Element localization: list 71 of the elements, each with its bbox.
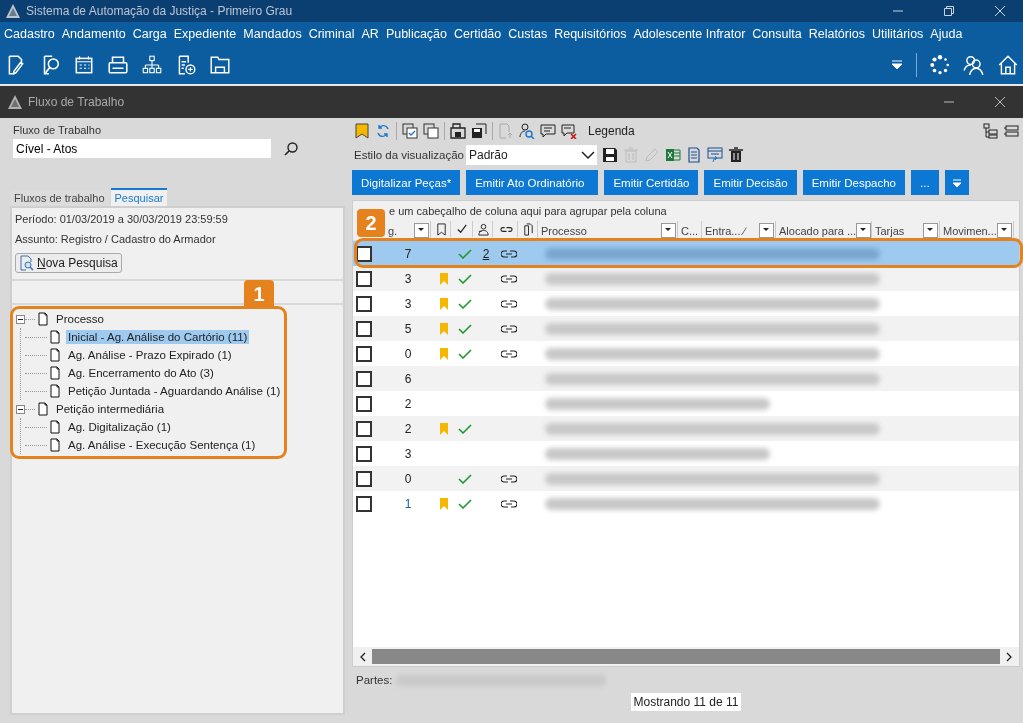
column-header[interactable]: Movimen... bbox=[943, 224, 997, 237]
column-header[interactable]: Processo bbox=[541, 224, 587, 237]
menu-item[interactable]: Andamento bbox=[61, 27, 131, 41]
table-cell: 3 bbox=[404, 446, 412, 461]
table-cell: 3 bbox=[404, 271, 412, 286]
field-label: Fluxo de Trabalho bbox=[13, 124, 103, 136]
table-cell: 5 bbox=[404, 321, 412, 336]
menu-item[interactable]: Utilitários bbox=[871, 27, 929, 41]
view-style-label: Estilo da visualização bbox=[354, 149, 464, 161]
action-button[interactable]: Emitir Ato Ordinatório bbox=[466, 170, 599, 195]
tree-item[interactable]: Petição intermediária bbox=[54, 402, 167, 416]
tree-item[interactable]: Petição Juntada - Aguardando Análise (1) bbox=[66, 384, 283, 398]
menu-item[interactable]: Mandados bbox=[243, 27, 307, 41]
column-header[interactable]: C... bbox=[681, 224, 699, 237]
table-cell: 0 bbox=[404, 471, 412, 486]
filter-text: Assunto: Registro / Cadastro do Armador bbox=[15, 233, 217, 245]
menu-item[interactable]: Criminal bbox=[308, 27, 360, 41]
action-button[interactable]: Emitir Certidão bbox=[604, 170, 699, 195]
legend-link[interactable]: Legenda bbox=[588, 124, 635, 138]
view-style-dropdown[interactable]: Padrão bbox=[465, 145, 597, 165]
table-cell: 7 bbox=[404, 246, 412, 261]
workflow-field[interactable]: Cível - Atos bbox=[13, 139, 271, 158]
table-row[interactable]: 2 bbox=[353, 416, 1019, 441]
menu-item[interactable]: Relatórios bbox=[808, 27, 870, 41]
table-cell: 1 bbox=[404, 496, 412, 511]
menu-item[interactable]: Ajuda bbox=[930, 27, 968, 41]
table-cell: 2 bbox=[404, 421, 412, 436]
menu-item[interactable]: Certidão bbox=[454, 27, 507, 41]
table-cell: 3 bbox=[404, 296, 412, 311]
menu-item[interactable]: Custas bbox=[508, 27, 553, 41]
column-header[interactable]: Tarjas bbox=[875, 224, 905, 237]
action-button[interactable]: ... bbox=[911, 170, 939, 195]
callout-badge: 2 bbox=[357, 209, 385, 237]
table-cell: 0 bbox=[404, 346, 412, 361]
new-search-button[interactable]: Nova Pesquisa bbox=[15, 253, 122, 273]
table-row[interactable]: 7 2 bbox=[353, 241, 1019, 266]
menu-item[interactable]: AR bbox=[361, 27, 384, 41]
menu-item[interactable]: Carga bbox=[132, 27, 172, 41]
filter-text: Período: 01/03/2019 a 30/03/2019 23:59:59 bbox=[15, 213, 229, 225]
tree-item[interactable]: Ag. Digitalização (1) bbox=[66, 420, 173, 434]
menu-item[interactable]: Adolescente Infrator bbox=[633, 27, 751, 41]
table-row[interactable]: 5 bbox=[353, 316, 1019, 341]
column-header[interactable]: g. bbox=[388, 224, 398, 237]
window-title: Fluxo de Trabalho bbox=[28, 95, 125, 109]
record-count: Mostrando 11 de 11 bbox=[630, 693, 742, 711]
parties-label: Partes: bbox=[356, 674, 393, 686]
table-cell: 6 bbox=[404, 371, 412, 386]
menu-item[interactable]: Cadastro bbox=[4, 27, 60, 41]
table-row[interactable]: 6 bbox=[353, 366, 1019, 391]
column-header[interactable]: Entra... ∕ bbox=[705, 224, 746, 237]
tree-item[interactable]: Inicial - Ag. Análise do Cartório (11) bbox=[66, 330, 250, 344]
tree-item[interactable]: Ag. Encerramento do Ato (3) bbox=[66, 366, 216, 380]
tree-item[interactable]: Processo bbox=[54, 312, 106, 326]
action-button[interactable]: Emitir Decisão bbox=[704, 170, 797, 195]
column-header[interactable]: Alocado para ... bbox=[779, 224, 857, 237]
action-button[interactable]: Digitalizar Peças* bbox=[352, 170, 461, 195]
action-button[interactable]: Emitir Despacho bbox=[802, 170, 905, 195]
menu-item[interactable]: Expediente bbox=[173, 27, 242, 41]
table-cell: 2 bbox=[404, 396, 412, 411]
tab[interactable]: Pesquisar bbox=[110, 188, 168, 206]
menu-item[interactable]: Requisitórios bbox=[554, 27, 632, 41]
callout-badge: 1 bbox=[244, 280, 274, 308]
menu-item[interactable]: Publicação bbox=[385, 27, 453, 41]
tree-item[interactable]: Ag. Análise - Prazo Expirado (1) bbox=[66, 348, 234, 362]
table-row[interactable]: 0 bbox=[353, 466, 1019, 491]
table-row[interactable]: 3 bbox=[353, 266, 1019, 291]
linked-count-link[interactable]: 2 bbox=[482, 246, 490, 261]
group-by-hint: e um cabeçalho de coluna aqui para agrupar pela coluna bbox=[389, 205, 667, 217]
tree-item[interactable]: Ag. Análise - Execução Sentença (1) bbox=[66, 438, 258, 452]
app-title: Sistema de Automação da Justiça - Primeiro Grau bbox=[26, 4, 293, 18]
menu-item[interactable]: Consulta bbox=[752, 27, 807, 41]
